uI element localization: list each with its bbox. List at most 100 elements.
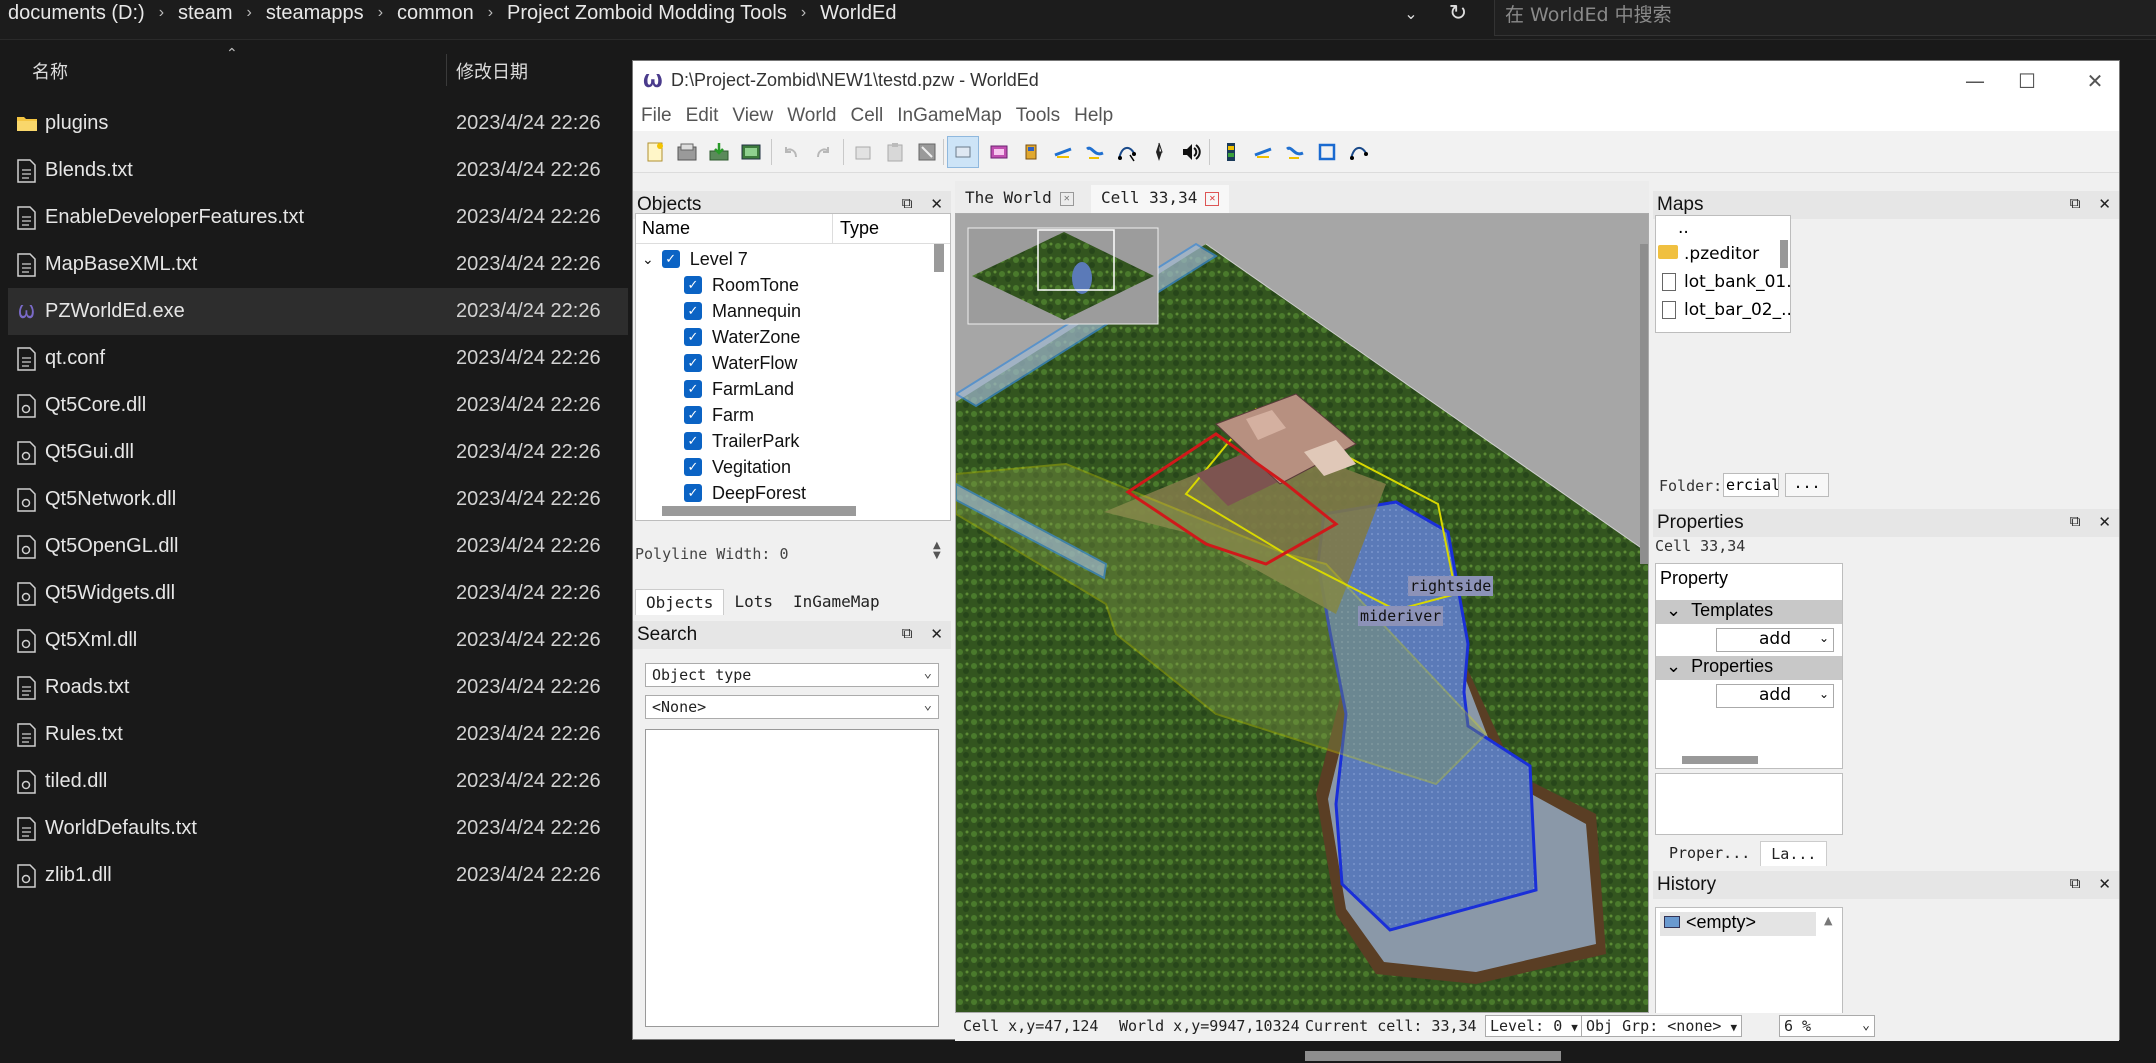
column-header-name[interactable]: 名称	[32, 58, 68, 84]
search-results-list[interactable]	[645, 729, 939, 1027]
map-scrollbar-h[interactable]	[1305, 1051, 1561, 1061]
export-image-icon[interactable]	[735, 136, 767, 168]
rectangle-tool-icon[interactable]	[1311, 136, 1343, 168]
explorer-search-input[interactable]: 在 WorldEd 中搜索	[1494, 0, 2156, 36]
breadcrumb-steamapps[interactable]: steamapps	[266, 2, 364, 25]
menu-ingamemap[interactable]: InGameMap	[897, 105, 1002, 127]
tab-ingamemap[interactable]: InGameMap	[783, 589, 890, 615]
file-row[interactable]: qt.conf 2023/4/24 22:26	[8, 335, 628, 382]
file-row[interactable]: WorldDefaults.txt 2023/4/24 22:26	[8, 805, 628, 852]
maps-item-lot-bar[interactable]: lot_bar_02_...	[1658, 300, 1790, 320]
column-header-type[interactable]: Type	[840, 218, 879, 239]
tree-row-object-layer[interactable]: ✓ Mannequin	[684, 298, 801, 324]
tab-properties[interactable]: Proper...	[1659, 841, 1760, 866]
menu-view[interactable]: View	[732, 105, 773, 127]
properties-panel-title-bar[interactable]: Properties ⧉ ✕	[1653, 509, 2119, 537]
tree-row-object-layer[interactable]: ✓ Vegitation	[684, 454, 791, 480]
tree-row-object-layer[interactable]: ✓ TrailerPark	[684, 428, 799, 454]
checkbox-checked-icon[interactable]: ✓	[684, 406, 702, 424]
map-view[interactable]: rightside mideriver	[955, 213, 1649, 1013]
search-panel-title-bar[interactable]: Search ⧉ ✕	[633, 621, 951, 649]
file-row[interactable]: Qt5Widgets.dll 2023/4/24 22:26	[8, 570, 628, 617]
history-item[interactable]: <empty>	[1660, 912, 1816, 936]
breadcrumb-common[interactable]: common	[397, 2, 474, 25]
close-panel-icon[interactable]: ✕	[930, 195, 943, 213]
templates-add-button[interactable]: add ⌄	[1716, 628, 1834, 652]
float-panel-icon[interactable]: ⧉	[2070, 875, 2081, 893]
column-header-property[interactable]: Property	[1660, 568, 1728, 589]
paste-icon[interactable]	[879, 136, 911, 168]
close-panel-icon[interactable]: ✕	[2098, 875, 2111, 893]
file-row[interactable]: Qt5Network.dll 2023/4/24 22:26	[8, 476, 628, 523]
menu-file[interactable]: File	[641, 105, 672, 127]
redo-icon[interactable]	[807, 136, 839, 168]
file-row[interactable]: tiled.dll 2023/4/24 22:26	[8, 758, 628, 805]
properties-tree[interactable]: Property ⌄ Templates add ⌄ ⌄ Properties a…	[1655, 563, 1843, 769]
close-panel-icon[interactable]: ✕	[2098, 513, 2111, 531]
create-road-icon[interactable]	[1047, 136, 1079, 168]
tree-row-object-layer[interactable]: ✓ DeepForest	[684, 480, 806, 506]
spinbox-arrows-icon[interactable]: ▲ ▼	[933, 541, 941, 561]
checkbox-checked-icon[interactable]: ✓	[684, 276, 702, 294]
ingame-marker-icon[interactable]	[1215, 136, 1247, 168]
menu-help[interactable]: Help	[1074, 105, 1113, 127]
properties-add-button[interactable]: add ⌄	[1716, 684, 1834, 708]
tree-row-object-layer[interactable]: ✓ FarmLand	[684, 376, 794, 402]
tab-objects[interactable]: Objects	[635, 589, 725, 615]
float-panel-icon[interactable]: ⧉	[2070, 513, 2081, 531]
undo-icon[interactable]	[775, 136, 807, 168]
tree-row-object-layer[interactable]: ✓ RoomTone	[684, 272, 799, 298]
tab-lots[interactable]: Lots	[724, 589, 783, 615]
scroll-up-icon[interactable]: ▲	[1824, 914, 1832, 927]
menu-edit[interactable]: Edit	[686, 105, 719, 127]
polyline-width-value[interactable]: 0	[780, 545, 789, 563]
file-row[interactable]: Rules.txt 2023/4/24 22:26	[8, 711, 628, 758]
breadcrumb-worlded[interactable]: WorldEd	[820, 2, 896, 25]
column-header-name[interactable]: Name	[642, 218, 690, 239]
maximize-button[interactable]: ☐	[2003, 65, 2051, 97]
browse-folder-button[interactable]: ...	[1785, 473, 1829, 497]
chevron-down-icon[interactable]: ⌄	[642, 251, 654, 268]
checkbox-checked-icon[interactable]: ✓	[684, 354, 702, 372]
checkbox-checked-icon[interactable]: ✓	[684, 380, 702, 398]
chevron-down-icon[interactable]: ⌄	[1396, 0, 1426, 26]
maps-item-lot-bank[interactable]: lot_bank_01....	[1658, 272, 1790, 292]
edit-road-icon[interactable]	[1079, 136, 1111, 168]
float-panel-icon[interactable]: ⧉	[902, 195, 913, 213]
folder-input[interactable]: ercial	[1723, 473, 1779, 497]
objects-scrollbar-h[interactable]	[662, 506, 856, 516]
tab-layers[interactable]: La...	[1760, 841, 1828, 866]
checkbox-checked-icon[interactable]: ✓	[684, 432, 702, 450]
search-filter-select[interactable]: <None> ⌄	[645, 695, 939, 719]
breadcrumb-documents[interactable]: documents (D:)	[8, 2, 145, 25]
objects-tree[interactable]: Name Type ⌄ ✓ Level 7 ✓ RoomTone ✓ Mannequi…	[635, 213, 951, 521]
checkbox-checked-icon[interactable]: ✓	[684, 302, 702, 320]
checkbox-checked-icon[interactable]: ✓	[661, 250, 680, 268]
select-tool-icon[interactable]	[947, 136, 979, 168]
file-row[interactable]: Qt5Gui.dll 2023/4/24 22:26	[8, 429, 628, 476]
file-row[interactable]: MapBaseXML.txt 2023/4/24 22:26	[8, 241, 628, 288]
maps-item-pzeditor[interactable]: .pzeditor	[1658, 244, 1759, 264]
ingame-road-icon[interactable]	[1247, 136, 1279, 168]
breadcrumb-steam[interactable]: steam	[178, 2, 232, 25]
save-icon[interactable]	[703, 136, 735, 168]
create-object-icon[interactable]	[1015, 136, 1047, 168]
clear-icon[interactable]	[911, 136, 943, 168]
file-row[interactable]: plugins 2023/4/24 22:26	[8, 100, 628, 147]
zoom-select[interactable]: 6 % ⌄	[1779, 1015, 1875, 1037]
checkbox-checked-icon[interactable]: ✓	[684, 458, 702, 476]
level-select[interactable]: Level: 0 ▼	[1485, 1015, 1583, 1037]
file-row[interactable]: zlib1.dll 2023/4/24 22:26	[8, 852, 628, 899]
copy-icon[interactable]	[847, 136, 879, 168]
new-file-icon[interactable]	[639, 136, 671, 168]
tree-row-object-layer[interactable]: ✓ Farm	[684, 402, 754, 428]
file-row[interactable]: Roads.txt 2023/4/24 22:26	[8, 664, 628, 711]
close-button[interactable]: ✕	[2071, 65, 2119, 97]
file-row[interactable]: Qt5Xml.dll 2023/4/24 22:26	[8, 617, 628, 664]
map-canvas[interactable]	[956, 214, 1649, 1013]
object-group-select[interactable]: Obj Grp: <none> ▼	[1581, 1015, 1743, 1037]
file-row[interactable]: Qt5OpenGL.dll 2023/4/24 22:26	[8, 523, 628, 570]
tree-row-level[interactable]: ⌄ ✓ Level 7	[642, 246, 748, 272]
file-row[interactable]: Ѡ PZWorldEd.exe 2023/4/24 22:26	[8, 288, 628, 335]
refresh-icon[interactable]: ↻	[1442, 0, 1474, 26]
